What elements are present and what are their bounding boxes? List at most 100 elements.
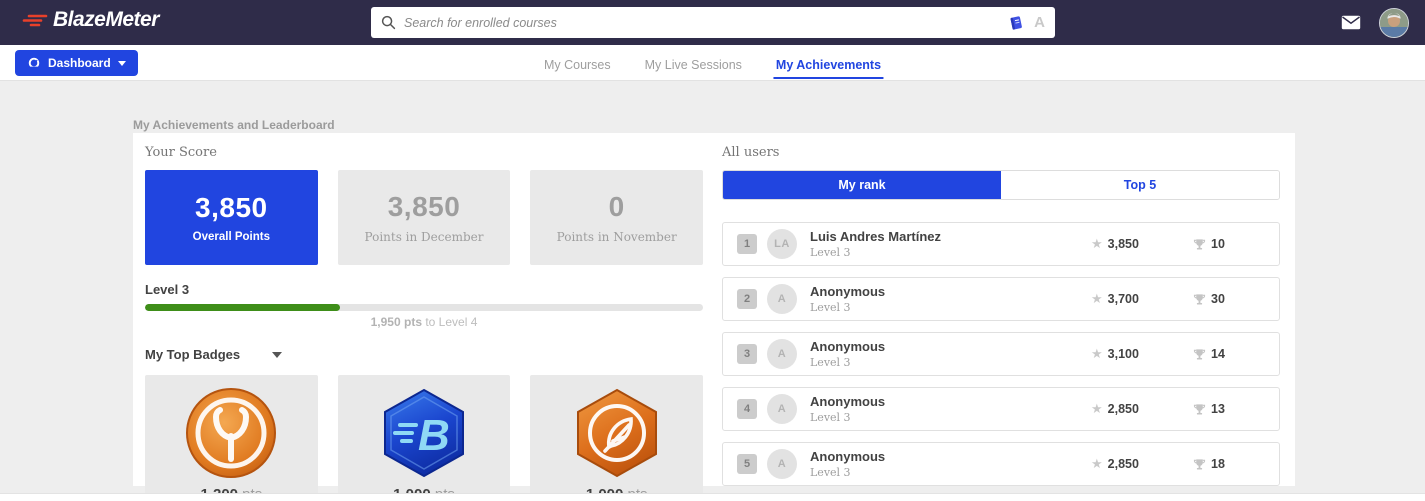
logo-speed-lines-icon [22,14,48,27]
user-points: 2,850 [1107,402,1139,416]
badge-card-taurus: 1,200 pts Master of Taurus [145,375,318,501]
blazemeter-badge-icon: B [378,387,470,479]
tab-top-5[interactable]: Top 5 [1001,171,1279,199]
user-initials-avatar: A [767,394,797,424]
user-trophies: 14 [1211,347,1225,361]
logo-text: BlazeMeter [53,8,159,31]
app-window: BlazeMeter A [0,0,1425,501]
taurus-badge-icon [185,387,277,479]
trophy-icon [1193,293,1206,305]
score-card-november: 0 Points in November [530,170,704,265]
page-title: My Achievements and Leaderboard [133,118,335,132]
footer-strip [0,493,1425,501]
user-trophies: 10 [1211,237,1225,251]
leaderboard-row[interactable]: 5 A Anonymous Level 3 ★ 2,850 18 [722,442,1280,486]
user-level: Level 3 [810,356,851,369]
user-name: Anonymous [810,449,886,464]
tab-my-rank[interactable]: My rank [723,171,1001,199]
book-icon[interactable] [1008,15,1024,31]
search-icon [381,15,396,30]
badge-cards: 1,200 pts Master of Taurus [145,375,704,501]
user-level: Level 3 [810,246,851,259]
december-points-label: Points in December [364,230,484,244]
chevron-down-icon [117,60,126,66]
user-initials-avatar: LA [767,229,797,259]
secondary-nav: Dashboard My Courses My Live Sessions My… [0,45,1425,81]
score-card-december: 3,850 Points in December [337,170,511,265]
dashboard-button[interactable]: Dashboard [15,50,138,76]
star-icon: ★ [1091,456,1103,471]
user-initials-avatar: A [767,449,797,479]
score-card-overall: 3,850 Overall Points [145,170,318,265]
score-section: Your Score 3,850 Overall Points 3,850 Po… [145,145,704,501]
top-header: BlazeMeter A [0,0,1425,45]
level-progress-caption: 1,950 pts to Level 4 [145,315,703,329]
user-name: Anonymous [810,284,886,299]
leaderboard-row[interactable]: 4 A Anonymous Level 3 ★ 2,850 13 [722,387,1280,431]
trophy-icon [1193,403,1206,415]
score-cards: 3,850 Overall Points 3,850 Points in Dec… [145,170,704,265]
your-score-label: Your Score [145,145,217,160]
user-points: 3,100 [1107,347,1139,361]
rank-badge: 1 [737,234,757,254]
rank-badge: 3 [737,344,757,364]
december-points-value: 3,850 [387,191,461,222]
dashboard-gauge-icon [28,57,40,67]
star-icon: ★ [1091,346,1103,361]
user-points: 3,700 [1107,292,1139,306]
trophy-icon [1193,238,1206,250]
user-name: Anonymous [810,339,886,354]
level-progress-bar [145,304,703,311]
user-level: Level 3 [810,301,851,314]
star-icon: ★ [1091,291,1103,306]
search-input[interactable] [404,15,1009,30]
trophy-icon [1193,458,1206,470]
leaderboard-section: All users My rank Top 5 1 LA Luis Andres… [722,145,1280,486]
star-icon: ★ [1091,401,1103,416]
overall-points-value: 3,850 [195,192,268,223]
nav-tabs: My Courses My Live Sessions My Achieveme… [542,45,884,81]
leaderboard-rows: 1 LA Luis Andres Martínez Level 3 ★ 3,850 [722,222,1280,486]
user-trophies: 18 [1211,457,1225,471]
rank-badge: 5 [737,454,757,474]
trophy-icon [1193,348,1206,360]
all-users-label: All users [722,145,780,160]
avatar-photo [1380,8,1408,37]
my-top-badges-label: My Top Badges [145,347,241,362]
svg-text:B: B [418,411,450,460]
user-points: 2,850 [1107,457,1139,471]
user-trophies: 13 [1211,402,1225,416]
achievements-panel: Your Score 3,850 Overall Points 3,850 Po… [133,133,1295,501]
mail-icon[interactable] [1341,15,1361,30]
level-progress-fill [145,304,341,311]
badges-dropdown-icon[interactable] [272,351,283,358]
tab-my-live-sessions[interactable]: My Live Sessions [643,48,744,79]
overall-points-label: Overall Points [192,231,270,243]
next-level-label: to Level 4 [422,315,478,329]
leaderboard-toggle: My rank Top 5 [722,170,1280,200]
rank-badge: 2 [737,289,757,309]
user-name: Luis Andres Martínez [810,229,941,244]
user-trophies: 30 [1211,292,1225,306]
november-points-value: 0 [608,191,625,222]
leaderboard-row[interactable]: 3 A Anonymous Level 3 ★ 3,100 14 [722,332,1280,376]
leaderboard-row[interactable]: 2 A Anonymous Level 3 ★ 3,700 30 [722,277,1280,321]
badge-card-blazemeter-expert: B 1,000 pts BlazeMeter Expert [337,375,511,501]
badge-card-jmeter-pro: 1,000 pts JMeter Pro [530,375,704,501]
user-initials-avatar: A [767,339,797,369]
user-name: Anonymous [810,394,886,409]
dashboard-button-label: Dashboard [48,56,111,70]
blazemeter-logo[interactable]: BlazeMeter [22,8,159,32]
user-level: Level 3 [810,411,851,424]
leaderboard-row[interactable]: 1 LA Luis Andres Martínez Level 3 ★ 3,850 [722,222,1280,266]
jmeter-badge-icon [571,387,663,479]
points-remaining: 1,950 pts [370,315,422,329]
level-label: Level 3 [145,282,190,297]
user-avatar[interactable] [1379,7,1409,38]
tab-my-achievements[interactable]: My Achievements [773,48,884,79]
user-level: Level 3 [810,466,851,479]
tab-my-courses[interactable]: My Courses [542,48,613,79]
letter-a-icon[interactable]: A [1034,14,1045,31]
star-icon: ★ [1091,236,1103,251]
search-bar: A [371,7,1055,38]
